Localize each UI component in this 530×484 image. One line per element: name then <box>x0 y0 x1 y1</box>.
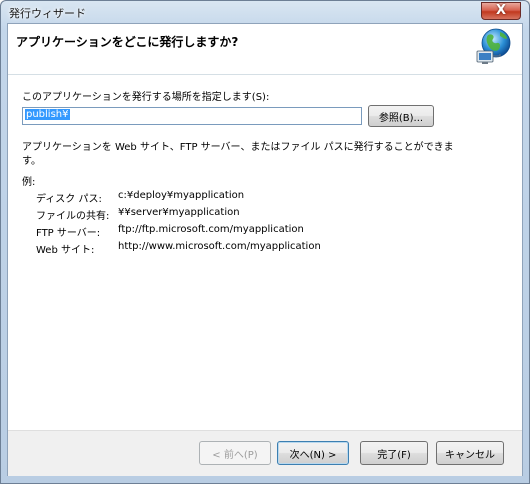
next-button[interactable]: 次へ(N) > <box>277 441 349 465</box>
description-line1: アプリケーションを Web サイト、FTP サーバー、またはファイル パスに発行… <box>22 142 454 153</box>
examples-heading: 例: <box>22 177 36 188</box>
example-type: ファイルの共有: <box>36 211 110 222</box>
publish-location-input[interactable]: publish¥ <box>22 107 362 125</box>
example-type: Web サイト: <box>36 245 95 256</box>
wizard-header: アプリケーションをどこに発行しますか? <box>8 24 522 75</box>
example-value: ¥¥server¥myapplication <box>118 207 240 218</box>
example-type: FTP サーバー: <box>36 228 101 239</box>
window-title: 発行ウィザード <box>9 7 86 20</box>
example-type: ディスク パス: <box>36 194 102 205</box>
publish-wizard-window: 発行ウィザード X アプリケーションをどこに発行しますか? このアプリケーション… <box>0 0 530 484</box>
cancel-button[interactable]: キャンセル <box>436 441 504 465</box>
page-title: アプリケーションをどこに発行しますか? <box>16 35 239 49</box>
close-button[interactable]: X <box>481 2 521 20</box>
description-line2: す。 <box>22 156 41 167</box>
globe-network-icon <box>476 28 511 64</box>
wizard-footer: < 前へ(P) 次へ(N) > 完了(F) キャンセル <box>8 430 522 476</box>
wizard-body: アプリケーションをどこに発行しますか? このアプリケーションを発行する場所を指定… <box>7 23 523 476</box>
example-value: http://www.microsoft.com/myapplication <box>118 241 321 252</box>
finish-button[interactable]: 完了(F) <box>360 441 428 465</box>
example-value: c:¥deploy¥myapplication <box>118 190 245 201</box>
title-bar[interactable]: 発行ウィザード X <box>1 1 529 23</box>
back-button[interactable]: < 前へ(P) <box>199 441 271 465</box>
publish-location-value: publish¥ <box>25 109 70 120</box>
close-icon: X <box>495 3 507 18</box>
wizard-content: このアプリケーションを発行する場所を指定します(S): publish¥ 参照(… <box>8 75 522 430</box>
browse-button[interactable]: 参照(B)... <box>368 105 434 127</box>
example-value: ftp://ftp.microsoft.com/myapplication <box>118 224 304 235</box>
location-label: このアプリケーションを発行する場所を指定します(S): <box>22 92 270 103</box>
